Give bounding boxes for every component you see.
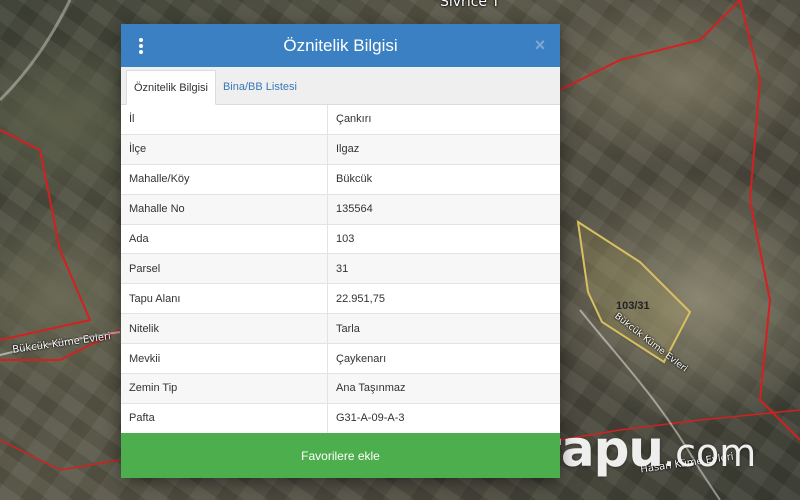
- tab-building-list[interactable]: Bina/BB Listesi: [216, 69, 304, 104]
- row-key: İl: [121, 105, 328, 134]
- row-value: Ilgaz: [336, 143, 360, 156]
- table-row: Parsel 31: [121, 254, 560, 285]
- parcel-outline[interactable]: [576, 219, 692, 364]
- row-key: Mevkii: [121, 344, 328, 374]
- vertical-dots-icon[interactable]: [133, 36, 149, 56]
- row-value: Çankırı: [336, 113, 372, 126]
- close-icon[interactable]: ×: [530, 35, 550, 55]
- boundary-line: [559, 0, 741, 91]
- row-value: 31: [336, 262, 349, 275]
- row-key: Zemin Tip: [121, 374, 328, 403]
- attribute-table: İl Çankırı İlçe Ilgaz Mahalle/Köy Bükcük Ma…: [121, 105, 560, 433]
- row-value: Tarla: [336, 322, 360, 335]
- row-key: İlçe: [121, 134, 328, 164]
- parcel-label: 103/31: [616, 300, 650, 312]
- table-row: Mahalle/Köy Bükcük: [121, 164, 560, 195]
- boundary-line: [0, 129, 92, 341]
- table-row: Ada 103: [121, 224, 560, 255]
- row-value: 22.951,75: [336, 292, 385, 305]
- row-value: Çaykenarı: [336, 352, 387, 365]
- table-row: Mahalle No 135564: [121, 194, 560, 225]
- add-to-favorites-button[interactable]: Favorilere ekle: [121, 433, 560, 478]
- row-key: Parsel: [121, 254, 328, 284]
- watermark-suffix: .com: [663, 431, 757, 475]
- row-key: Mahalle/Köy: [121, 164, 328, 194]
- modal-header: Öznitelik Bilgisi ×: [121, 24, 560, 67]
- tab-attribute-info[interactable]: Öznitelik Bilgisi: [126, 70, 216, 105]
- table-row: İlçe Ilgaz: [121, 134, 560, 165]
- table-row: Pafta G31-A-09-A-3: [121, 403, 560, 433]
- row-value: Bükcük: [336, 173, 373, 186]
- row-key: Pafta: [121, 403, 328, 433]
- row-value: 103: [336, 233, 355, 245]
- boundary-line: [739, 0, 800, 441]
- boundary-line: [0, 439, 121, 471]
- table-row: İl Çankırı: [121, 105, 560, 135]
- row-key: Tapu Alanı: [121, 284, 328, 314]
- modal-tabs: Öznitelik Bilgisi Bina/BB Listesi: [121, 67, 560, 105]
- table-row: Zemin Tip Ana Taşınmaz: [121, 374, 560, 404]
- row-value: G31-A-09-A-3: [336, 412, 405, 425]
- attribute-info-modal: Öznitelik Bilgisi × Öznitelik Bilgisi Bi…: [121, 24, 560, 478]
- tapu-watermark-logo: tapu.com: [538, 420, 756, 478]
- row-value: 135564: [336, 203, 373, 216]
- table-row: Mevkii Çaykenarı: [121, 344, 560, 375]
- map-place-label: Sivrice T: [440, 0, 501, 10]
- row-key: Nitelik: [121, 314, 328, 344]
- table-row: Tapu Alanı 22.951,75: [121, 284, 560, 315]
- row-key: Mahalle No: [121, 194, 328, 224]
- row-key: Ada: [121, 224, 328, 254]
- row-value: Ana Taşınmaz: [336, 382, 406, 395]
- modal-title: Öznitelik Bilgisi: [283, 35, 398, 55]
- table-row: Nitelik Tarla: [121, 314, 560, 345]
- road: [0, 0, 72, 102]
